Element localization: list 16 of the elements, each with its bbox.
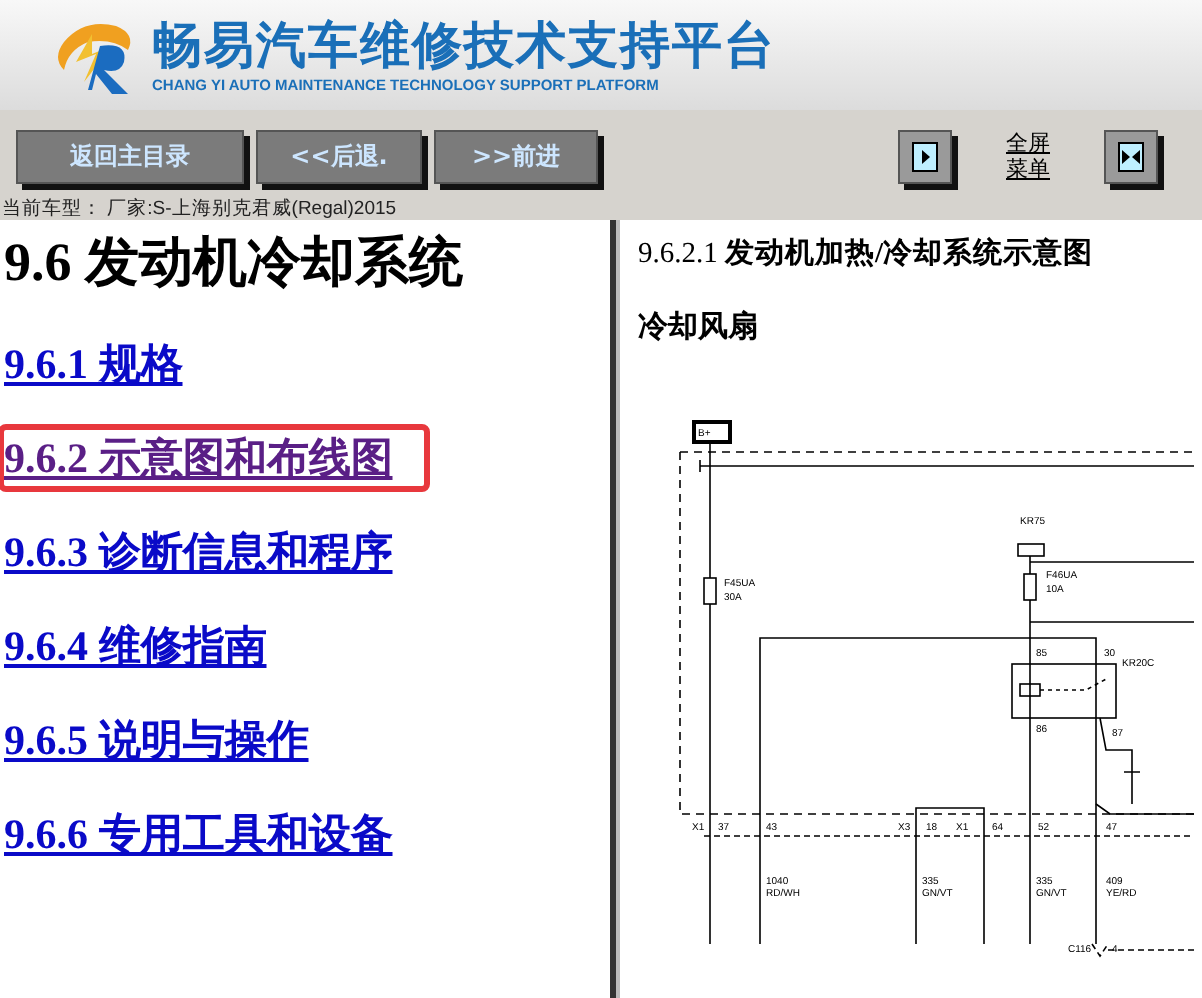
current-model-text: 当前车型： 厂家:S-上海别克君威(Regal)2015 xyxy=(0,200,399,220)
section-link[interactable]: 9.6.6 专用工具和设备 xyxy=(0,800,399,868)
platform-title: 畅易汽车维修技术支持平台 xyxy=(152,16,776,76)
section-link[interactable]: 9.6.2 示意图和布线图 xyxy=(0,424,431,492)
section-link[interactable]: 9.6.3 诊断信息和程序 xyxy=(0,518,399,586)
section-link[interactable]: 9.6.4 维修指南 xyxy=(0,612,273,680)
split-pane-button[interactable] xyxy=(1104,130,1158,184)
section-link[interactable]: 9.6.1 规格 xyxy=(0,330,189,398)
section-link[interactable]: 9.6.5 说明与操作 xyxy=(0,706,315,774)
diagram-subheading: 冷却风扇 xyxy=(638,308,760,346)
section-title: 9.6 发动机冷却系统 xyxy=(4,230,465,296)
expand-pane-button[interactable] xyxy=(898,130,952,184)
arrow-right-icon xyxy=(912,142,938,172)
arrows-inward-icon xyxy=(1118,142,1144,172)
fullscreen-menu-link[interactable]: 全屏菜单 xyxy=(1004,131,1052,183)
diagram-heading: 9.6.2.1 发动机加热/冷却系统示意图 xyxy=(638,236,1096,272)
